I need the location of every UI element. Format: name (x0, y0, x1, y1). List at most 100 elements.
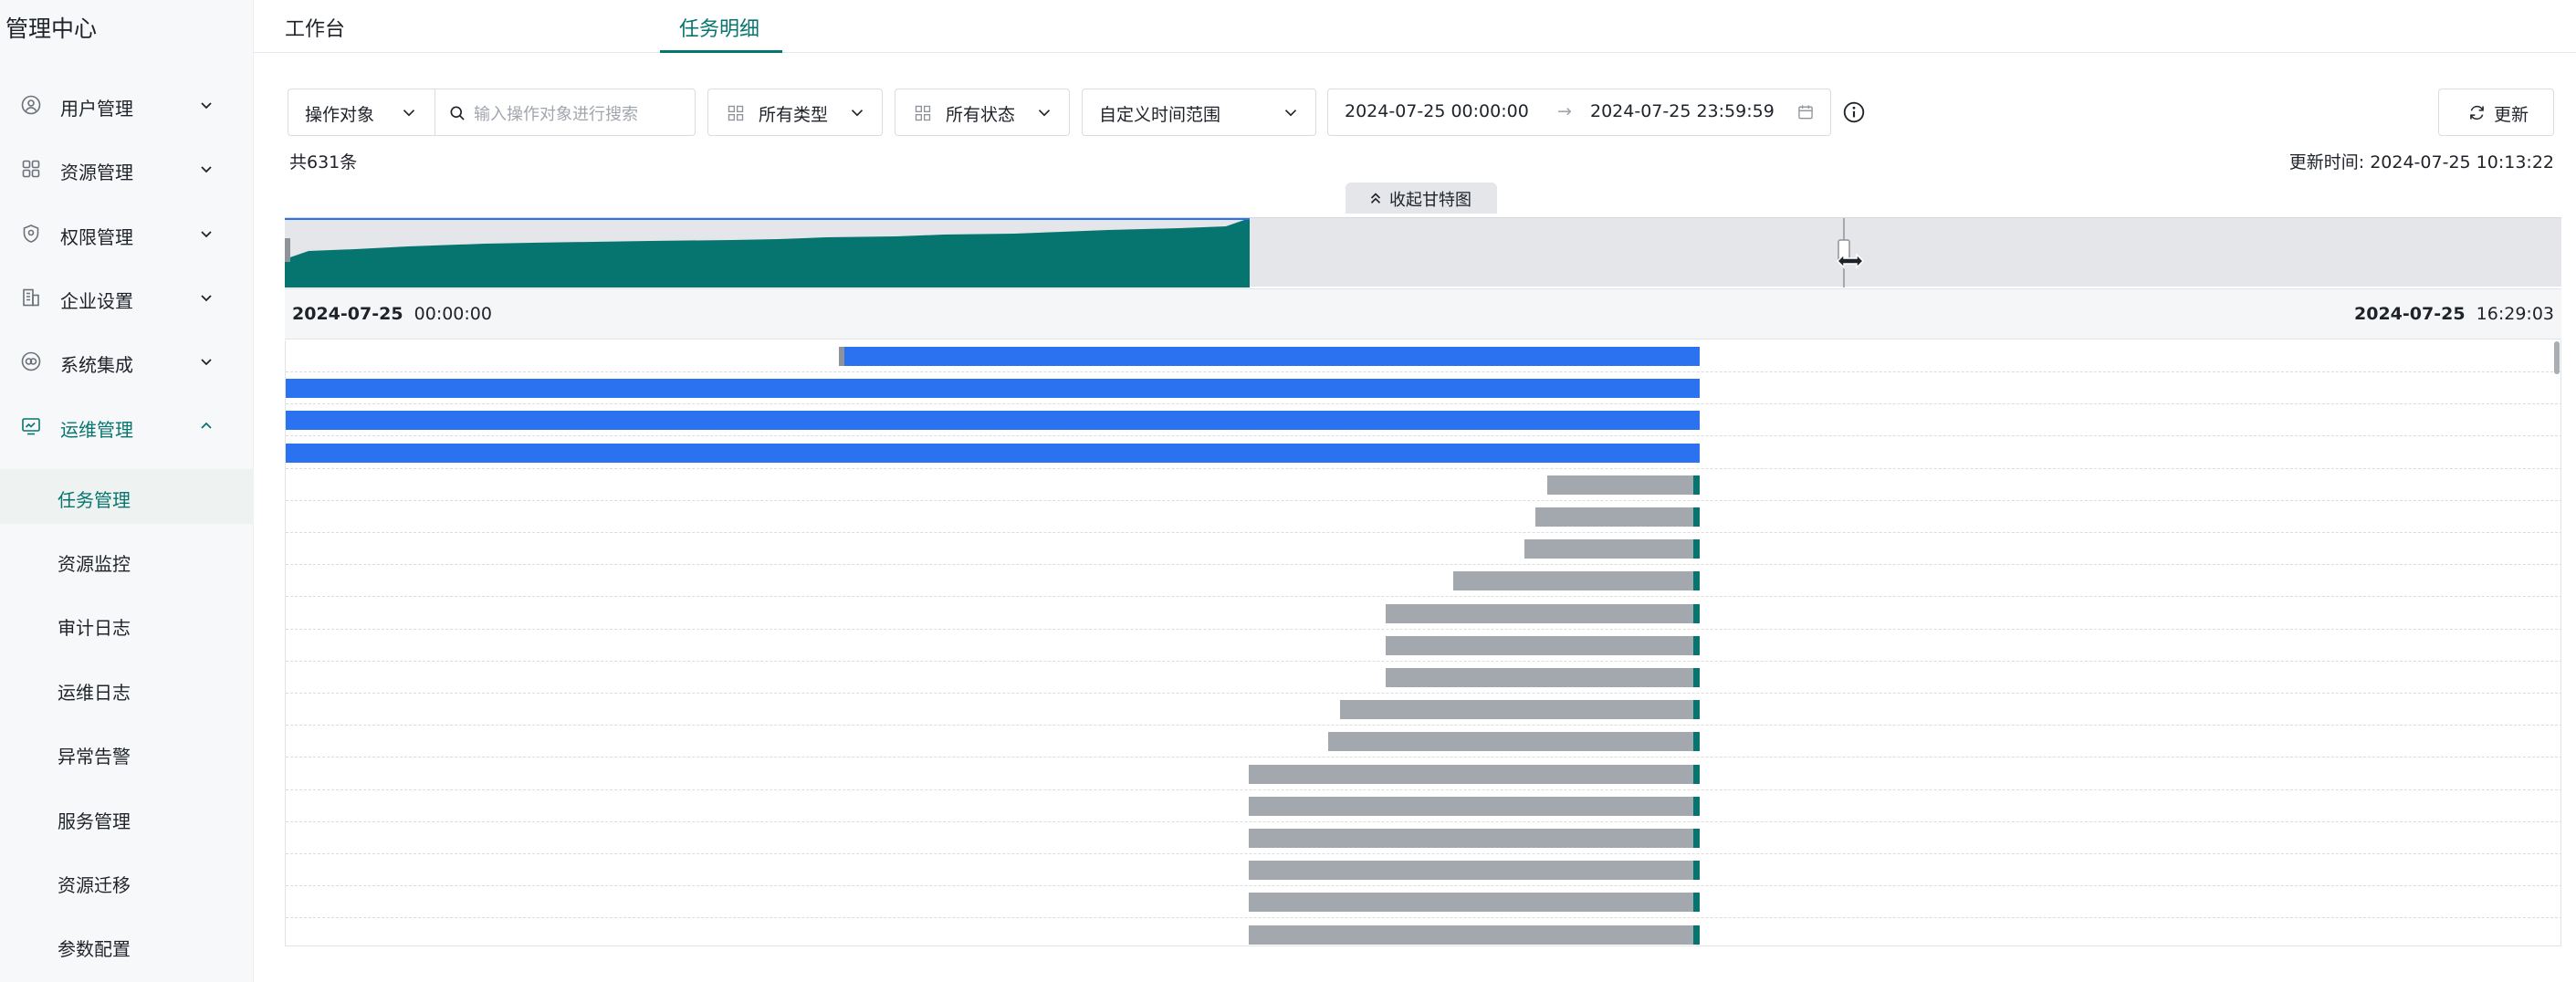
sidebar-item-label: 用户管理 (60, 98, 133, 120)
gantt-task-bar[interactable] (1249, 861, 1700, 881)
calendar-icon (1798, 105, 1813, 120)
sidebar-subitem-resource-monitor[interactable]: 资源监控 (0, 533, 254, 588)
sidebar-item-label: 运维管理 (60, 419, 133, 441)
start-time-input[interactable]: 2024-07-25 00:00:00 (1345, 101, 1529, 121)
gantt-body (285, 340, 2561, 946)
gantt-task-bar[interactable] (1386, 603, 1700, 623)
gantt-row[interactable] (286, 437, 2560, 469)
chevron-down-icon (403, 110, 415, 117)
gantt-row[interactable] (286, 790, 2560, 822)
gantt-row[interactable] (286, 726, 2560, 758)
gantt-row[interactable] (286, 854, 2560, 887)
gantt-task-bar[interactable] (1524, 539, 1700, 559)
sidebar-subitem-resource-migration[interactable]: 资源迁移 (0, 854, 254, 909)
gantt-row[interactable] (286, 886, 2560, 919)
gantt-task-bar[interactable] (1386, 668, 1700, 687)
gantt-row[interactable] (286, 758, 2560, 790)
gantt-task-bar[interactable] (286, 379, 1700, 399)
gantt-task-bar[interactable] (1547, 475, 1700, 495)
refresh-button[interactable]: 更新 (2438, 89, 2554, 136)
gantt-row[interactable] (286, 694, 2560, 726)
axis-end-time: 16:29:03 (2476, 304, 2554, 324)
sidebar-subitem-ops-log[interactable]: 运维日志 (0, 662, 254, 716)
collapse-gantt-button[interactable]: 收起甘特图 (1346, 183, 1497, 214)
update-time: 更新时间: 2024-07-25 10:13:22 (2288, 152, 2554, 172)
type-select[interactable]: 所有类型 (707, 89, 883, 136)
chevron-down-icon (1284, 110, 1297, 117)
info-icon[interactable] (1842, 100, 1866, 124)
object-select[interactable]: 操作对象 (288, 89, 435, 136)
sidebar-title: 管理中心 (5, 16, 98, 42)
sidebar-item-label: 权限管理 (60, 226, 133, 248)
date-range-picker[interactable]: 2024-07-25 00:00:00 → 2024-07-25 23:59:5… (1327, 89, 1831, 136)
sidebar-item-label: 资源管理 (60, 162, 133, 183)
search-field[interactable]: 输入操作对象进行搜索 (435, 89, 696, 136)
resize-cursor-icon (1836, 253, 1865, 269)
sidebar-item-enterprise-settings[interactable]: 企业设置 (0, 275, 254, 320)
user-icon (21, 95, 41, 115)
gantt-row[interactable] (286, 404, 2560, 437)
double-chevron-up-icon (1370, 193, 1381, 204)
sidebar-subitem-label: 审计日志 (58, 617, 131, 639)
sidebar-subitem-label: 运维日志 (58, 682, 131, 704)
gantt-task-bar[interactable] (1328, 732, 1700, 752)
gantt-row[interactable] (286, 919, 2560, 945)
gantt-task-bar[interactable] (1249, 925, 1700, 945)
end-time-input[interactable]: 2024-07-25 23:59:59 (1590, 101, 1775, 121)
sidebar-item-user-management[interactable]: 用户管理 (0, 82, 254, 128)
object-select-value: 操作对象 (305, 105, 375, 125)
gantt-row[interactable] (286, 372, 2560, 405)
sidebar-item-ops-management[interactable]: 运维管理 (0, 403, 254, 449)
gantt-task-bar[interactable] (1535, 507, 1700, 527)
search-input[interactable]: 输入操作对象进行搜索 (474, 101, 638, 125)
gantt-row[interactable] (286, 501, 2560, 533)
gantt-row[interactable] (286, 630, 2560, 662)
gantt-row[interactable] (286, 565, 2560, 598)
sidebar-item-system-integration[interactable]: 系统集成 (0, 339, 254, 384)
sidebar-item-resource-management[interactable]: 资源管理 (0, 146, 254, 192)
gantt-overview[interactable] (285, 217, 2561, 287)
gantt-scrollbar[interactable] (2554, 341, 2560, 374)
sidebar-subitem-parameters[interactable]: 参数配置 (0, 918, 254, 973)
sidebar-subitem-service-management[interactable]: 服务管理 (0, 790, 254, 845)
gantt-task-bar[interactable] (839, 347, 1700, 366)
type-select-value: 所有类型 (759, 105, 829, 125)
gantt-row[interactable] (286, 533, 2560, 566)
gantt-task-bar[interactable] (1249, 764, 1700, 784)
gantt-task-bar[interactable] (1249, 829, 1700, 848)
gantt-row[interactable] (286, 598, 2560, 630)
gantt-row[interactable] (286, 662, 2560, 694)
collapse-gantt-label: 收起甘特图 (1389, 191, 1471, 210)
sidebar-subitem-alerts[interactable]: 异常告警 (0, 726, 254, 780)
chevron-down-icon (851, 110, 864, 117)
time-range-select[interactable]: 自定义时间范围 (1082, 89, 1316, 136)
time-range-select-value: 自定义时间范围 (1099, 105, 1221, 125)
axis-end-label: 2024-07-25 16:29:03 (2354, 304, 2554, 324)
tab-task-details[interactable]: 任务明细 (679, 13, 759, 42)
axis-start-time: 00:00:00 (414, 304, 492, 324)
gantt-task-bar[interactable] (1386, 635, 1700, 655)
refresh-label: 更新 (2494, 105, 2529, 125)
gantt-task-bar[interactable] (1249, 893, 1700, 913)
gantt-row[interactable] (286, 340, 2560, 372)
gantt-task-bar[interactable] (286, 443, 1700, 463)
building-icon (23, 288, 39, 307)
sidebar-subitem-task-management[interactable]: 任务管理 (0, 469, 254, 524)
grid-icon (728, 105, 744, 121)
sidebar-item-permission-management[interactable]: 权限管理 (0, 211, 254, 256)
gantt-task-bar[interactable] (1249, 796, 1700, 816)
refresh-icon (2470, 105, 2484, 120)
sidebar-item-label: 企业设置 (60, 290, 133, 312)
sidebar-item-label: 系统集成 (60, 354, 133, 376)
sidebar-subitem-label: 服务管理 (58, 810, 131, 832)
range-separator: → (1557, 101, 1572, 121)
gantt-row[interactable] (286, 822, 2560, 854)
tab-workbench[interactable]: 工作台 (285, 13, 345, 42)
sidebar-subitem-audit-log[interactable]: 审计日志 (0, 597, 254, 652)
gantt-task-bar[interactable] (1340, 700, 1700, 720)
status-select[interactable]: 所有状态 (895, 89, 1070, 136)
chevron-down-icon (201, 231, 212, 238)
gantt-task-bar[interactable] (286, 411, 1700, 431)
gantt-task-bar[interactable] (1453, 571, 1700, 591)
gantt-row[interactable] (286, 469, 2560, 501)
